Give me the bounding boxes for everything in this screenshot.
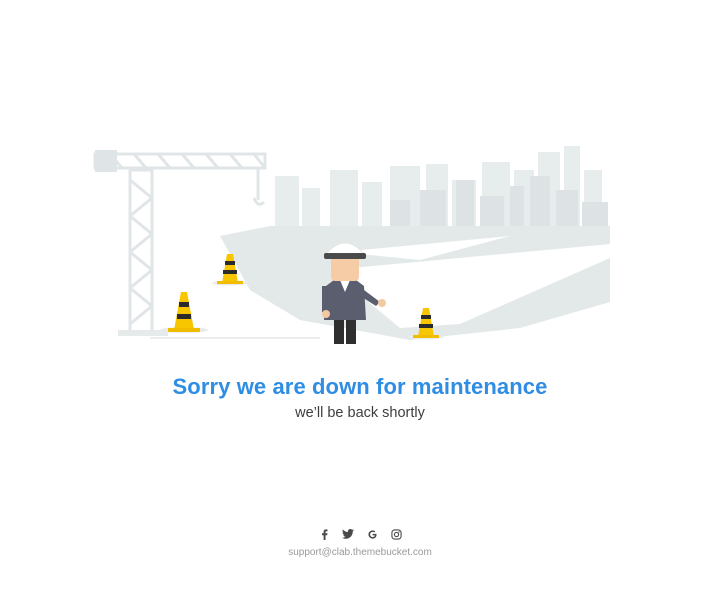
crane-base xyxy=(118,330,168,336)
social-links xyxy=(0,526,720,542)
maintenance-page: Sorry we are down for maintenance we’ll … xyxy=(0,0,720,592)
instagram-link[interactable] xyxy=(389,526,403,542)
google-link[interactable] xyxy=(365,526,379,542)
instagram-icon xyxy=(390,528,402,540)
support-email-link[interactable]: support@clab.themebucket.com xyxy=(288,547,432,558)
facebook-icon xyxy=(321,528,327,540)
twitter-link[interactable] xyxy=(341,526,355,542)
page-subtitle: we’ll be back shortly xyxy=(295,405,425,421)
google-icon xyxy=(367,529,377,539)
traffic-cone-large xyxy=(160,292,208,333)
support-contact: support@clab.themebucket.com xyxy=(0,547,720,558)
maintenance-illustration xyxy=(93,146,610,344)
twitter-icon xyxy=(342,529,354,539)
facebook-link[interactable] xyxy=(317,526,331,542)
crane-counterweight xyxy=(95,150,117,172)
page-title: Sorry we are down for maintenance xyxy=(172,374,548,399)
